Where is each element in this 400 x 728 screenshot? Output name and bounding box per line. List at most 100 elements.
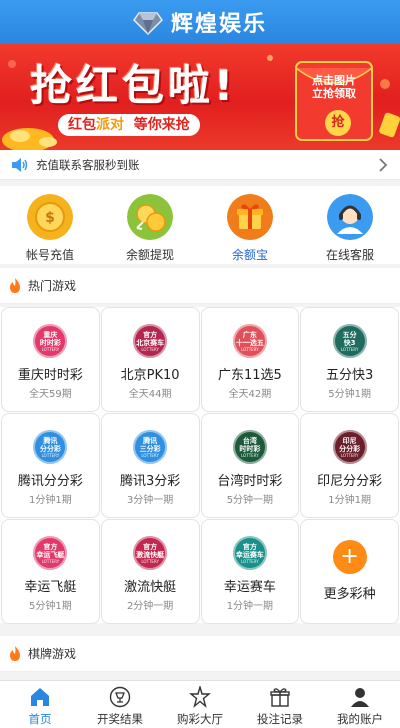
- game-frequency: 5分钟1期: [29, 601, 72, 612]
- tab-home[interactable]: 首页: [0, 681, 80, 728]
- game-frequency: 5分钟1期: [328, 389, 371, 400]
- badge-bottom-text: 幸运飞艇: [36, 550, 65, 559]
- badge-footer-text: LOTTERY: [141, 558, 159, 564]
- action-withdraw[interactable]: 余额提现: [100, 186, 200, 264]
- home-icon: [31, 688, 49, 706]
- game-tile[interactable]: 腾讯 三分彩 LOTTERY 腾讯3分彩 3分钟一期: [100, 413, 200, 518]
- tab-bet-records[interactable]: 投注记录: [240, 681, 320, 728]
- action-withdraw-label: 余额提现: [125, 248, 174, 262]
- badge-footer-text: LOTTERY: [141, 452, 159, 458]
- game-tile[interactable]: 腾讯 分分彩 LOTTERY 腾讯分分彩 1分钟1期: [1, 413, 100, 518]
- chevron-right-icon[interactable]: [376, 157, 390, 172]
- badge-bottom-text: 分分彩: [339, 444, 361, 453]
- game-name: 幸运飞艇: [24, 580, 77, 595]
- chess-games-header: 棋牌游戏: [0, 636, 400, 672]
- lottery-badge-icon: 印尼 分分彩 LOTTERY: [332, 430, 367, 464]
- action-deposit[interactable]: $ 帐号充值: [0, 186, 100, 264]
- lottery-badge-icon: 官方 激流快艇 LOTTERY: [133, 536, 168, 570]
- game-name: 广东11选5: [217, 368, 282, 383]
- notice-bar[interactable]: 充值联系客服秒到账: [0, 150, 400, 180]
- customer-service-icon: [327, 194, 373, 240]
- game-name: 北京PK10: [120, 368, 180, 383]
- game-tile[interactable]: 广东 十一选五 LOTTERY 广东11选5 全天42期: [200, 307, 300, 412]
- game-grid: 重庆 时时彩 LOTTERY 重庆时时彩 全天59期 官方 北京赛车 LOTTE…: [0, 307, 400, 624]
- red-packet-line2: 立抢领取: [312, 87, 356, 100]
- badge-top-text: 重庆: [43, 330, 58, 339]
- badge-bottom-text: 幸运赛车: [235, 550, 264, 559]
- gift-icon: [270, 688, 290, 707]
- grab-packet-button[interactable]: 抢: [325, 110, 351, 136]
- badge-top-text: 印尼: [342, 436, 357, 445]
- game-name: 台湾时时彩: [217, 474, 283, 489]
- game-tile[interactable]: 官方 激流快艇 LOTTERY 激流快艇 2分钟一期: [100, 519, 200, 624]
- lottery-badge-icon: 官方 幸运赛车 LOTTERY: [232, 536, 267, 570]
- badge-top-text: 腾讯: [43, 436, 58, 445]
- more-games-tile[interactable]: + 更多彩种: [300, 519, 399, 624]
- badge-footer-text: LOTTERY: [241, 558, 259, 564]
- quick-actions: $ 帐号充值 余额提现 余额宝 在线客服: [0, 186, 400, 264]
- game-name: 印尼分分彩: [317, 474, 383, 489]
- game-frequency: 1分钟1期: [29, 495, 72, 506]
- game-name: 幸运赛车: [223, 580, 276, 595]
- badge-top-text: 广东: [242, 330, 257, 339]
- lottery-badge-icon: 台湾 时时彩 LOTTERY: [232, 430, 267, 464]
- banner-headline: 抢红包啦!: [30, 61, 238, 110]
- game-tile[interactable]: 五分 快3 LOTTERY 五分快3 5分钟1期: [300, 307, 399, 412]
- tab-home-label: 首页: [28, 712, 52, 726]
- game-tile[interactable]: 台湾 时时彩 LOTTERY 台湾时时彩 5分钟一期: [200, 413, 300, 518]
- badge-bottom-text: 三分彩: [139, 444, 161, 453]
- tab-my-account-label: 我的账户: [337, 712, 383, 726]
- badge-footer-text: LOTTERY: [41, 346, 60, 352]
- red-packet-caption: 点击图片 立抢领取: [300, 74, 368, 100]
- lottery-badge-icon: 五分 快3 LOTTERY: [332, 324, 367, 358]
- tab-lottery-hall-label: 购彩大厅: [177, 712, 223, 726]
- game-tile[interactable]: 印尼 分分彩 LOTTERY 印尼分分彩 1分钟1期: [300, 413, 399, 518]
- game-name: 五分快3: [325, 368, 374, 383]
- user-icon: [351, 688, 369, 707]
- badge-footer-text: LOTTERY: [340, 452, 359, 458]
- game-tile[interactable]: 官方 幸运赛车 LOTTERY 幸运赛车 1分钟一期: [200, 519, 300, 624]
- flame-icon: [10, 278, 20, 293]
- lottery-badge-icon: 官方 北京赛车 LOTTERY: [133, 324, 168, 358]
- game-name: 腾讯分分彩: [17, 474, 83, 489]
- game-frequency: 全天59期: [29, 389, 72, 400]
- game-frequency: 3分钟一期: [126, 495, 174, 506]
- star-person-icon: [189, 686, 211, 708]
- action-deposit-label: 帐号充值: [25, 248, 74, 262]
- hot-games-header: 热门游戏: [0, 268, 400, 304]
- promo-banner[interactable]: 抢红包啦! 红包派对 等你来抢 点击图片 立抢领取 抢: [0, 44, 400, 150]
- badge-top-text: 腾讯: [143, 436, 158, 445]
- game-tile[interactable]: 重庆 时时彩 LOTTERY 重庆时时彩 全天59期: [1, 307, 100, 412]
- lottery-badge-icon: 官方 幸运飞艇 LOTTERY: [33, 536, 68, 570]
- lottery-badge-icon: 广东 十一选五 LOTTERY: [232, 324, 267, 358]
- hot-games-title: 热门游戏: [28, 279, 77, 293]
- banner-subline-post: 等你来抢: [133, 117, 190, 133]
- app-title: 辉煌娱乐: [170, 12, 267, 37]
- badge-bottom-text: 时时彩: [39, 338, 61, 347]
- badge-top-text: 官方: [143, 542, 158, 551]
- coin-deposit-icon: $: [27, 194, 73, 240]
- banner-subline: 红包派对 等你来抢: [58, 114, 200, 136]
- game-tile[interactable]: 官方 幸运飞艇 LOTTERY 幸运飞艇 5分钟1期: [1, 519, 100, 624]
- game-frequency: 1分钟一期: [226, 601, 274, 612]
- badge-footer-text: LOTTERY: [41, 452, 60, 458]
- game-tile[interactable]: 官方 北京赛车 LOTTERY 北京PK10 全天44期: [100, 307, 200, 412]
- bottom-tab-bar: 首页 开奖结果 购彩大厅 投注记录 我的账户: [0, 680, 400, 728]
- badge-bottom-text: 时时彩: [239, 444, 261, 453]
- badge-bottom-text: 十一选五: [235, 338, 264, 347]
- tab-lottery-hall[interactable]: 购彩大厅: [160, 681, 240, 728]
- badge-top-text: 台湾: [242, 436, 257, 445]
- tab-results-label: 开奖结果: [97, 712, 143, 726]
- banner-subline-highlight: 派对: [96, 117, 124, 133]
- action-customer-service[interactable]: 在线客服: [300, 186, 400, 264]
- badge-top-text: 官方: [242, 542, 257, 551]
- action-customer-service-label: 在线客服: [325, 248, 374, 262]
- game-frequency: 2分钟一期: [126, 601, 174, 612]
- notice-text: 充值联系客服秒到账: [36, 157, 140, 172]
- action-balance-treasure[interactable]: 余额宝: [200, 186, 300, 264]
- badge-footer-text: LOTTERY: [241, 452, 259, 458]
- chess-games-title: 棋牌游戏: [28, 647, 77, 661]
- tab-my-account[interactable]: 我的账户: [320, 681, 400, 728]
- tab-results[interactable]: 开奖结果: [80, 681, 160, 728]
- gift-box-icon: [227, 194, 273, 240]
